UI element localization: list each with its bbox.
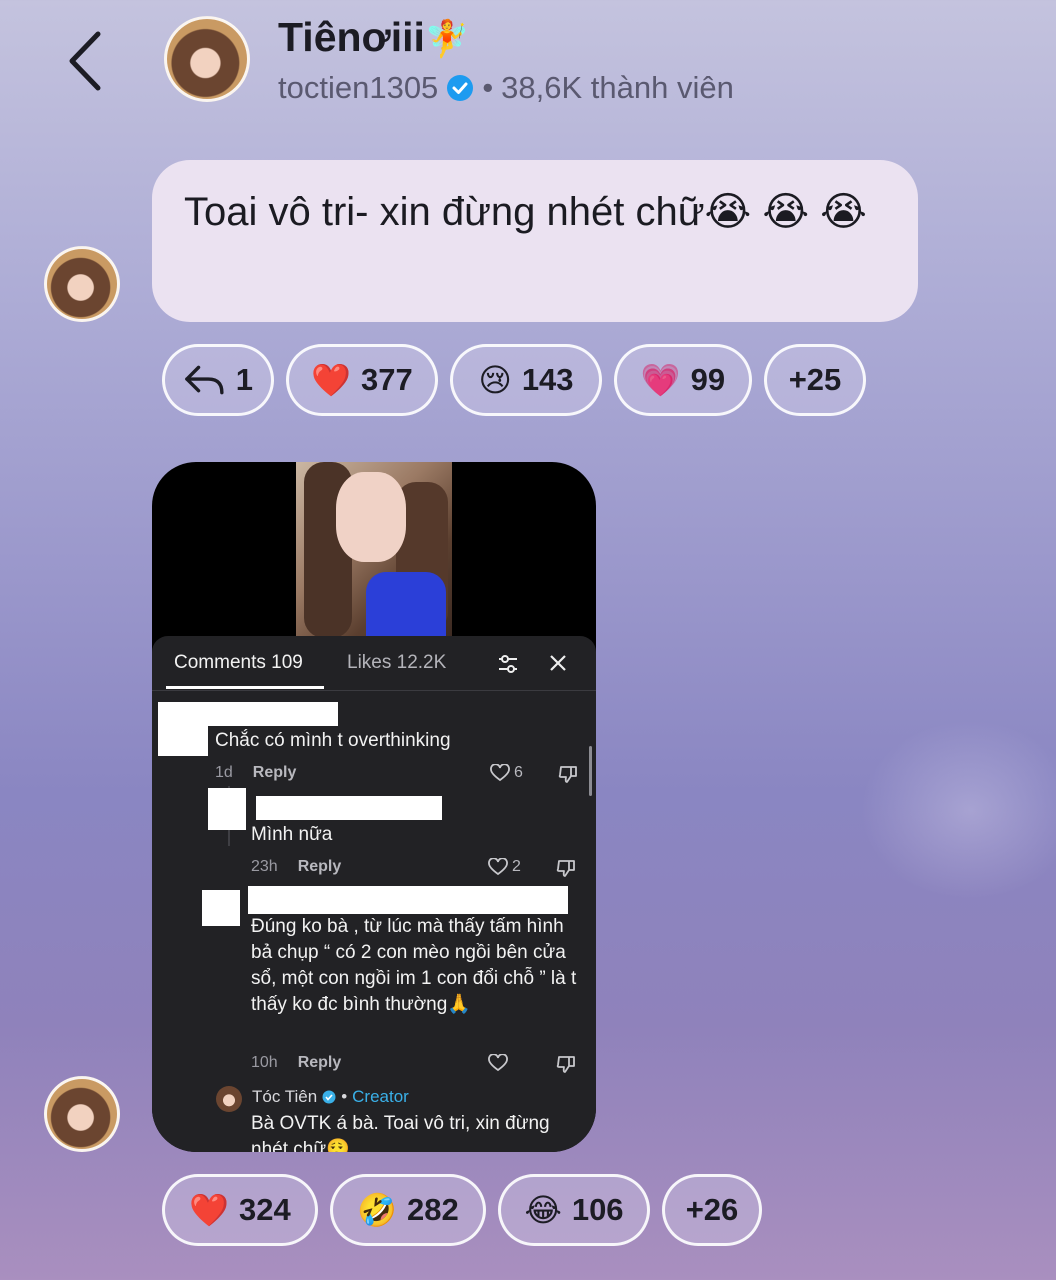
comment-meta: 1d Reply bbox=[215, 764, 296, 782]
comment-time: 1d bbox=[215, 764, 233, 781]
filter-icon[interactable] bbox=[497, 653, 519, 675]
channel-username: toctien1305 bbox=[278, 70, 439, 105]
comment-time: 10h bbox=[251, 1054, 278, 1071]
redacted-avatar bbox=[208, 788, 246, 830]
attached-screenshot[interactable]: Comments 109 Likes 12.2K Chắc có mình t … bbox=[152, 462, 596, 1152]
reply-count: 1 bbox=[235, 362, 253, 397]
sender-avatar[interactable] bbox=[44, 246, 120, 322]
reaction-count: 106 bbox=[571, 1192, 624, 1227]
like-button[interactable]: 2 bbox=[488, 858, 521, 876]
laughing-emoji-icon: 😂 bbox=[524, 1192, 562, 1228]
comment-time: 23h bbox=[251, 858, 278, 875]
like-button[interactable]: 6 bbox=[490, 764, 523, 782]
reaction-pink-heart-button[interactable]: 💗 99 bbox=[614, 344, 752, 416]
comments-tabs: Comments 109 Likes 12.2K bbox=[152, 636, 596, 691]
active-tab-indicator bbox=[166, 686, 324, 689]
heart-outline-icon bbox=[488, 858, 508, 876]
reply-count-button[interactable]: 1 bbox=[162, 344, 274, 416]
crying-emoji-icon: 😢 bbox=[478, 362, 512, 398]
comment-meta: 10h Reply bbox=[251, 1054, 341, 1072]
creator-name: Tóc Tiên bbox=[252, 1087, 318, 1106]
comments-panel: Comments 109 Likes 12.2K Chắc có mình t … bbox=[152, 636, 596, 1152]
rofl-emoji-icon: 🤣 bbox=[357, 1192, 398, 1228]
heart-outline-icon bbox=[488, 1054, 508, 1072]
dislike-icon[interactable] bbox=[556, 858, 576, 878]
message-bubble[interactable]: Toai vô tri- xin đừng nhét chữ😭 😭 😭 bbox=[152, 160, 918, 322]
more-reactions-button[interactable]: +26 bbox=[662, 1174, 762, 1246]
member-count: 38,6K thành viên bbox=[501, 70, 734, 105]
reaction-count: 99 bbox=[690, 362, 726, 397]
reaction-count: 143 bbox=[521, 362, 574, 397]
redacted-username bbox=[208, 702, 338, 726]
reaction-count: 324 bbox=[239, 1192, 291, 1227]
like-count: 6 bbox=[514, 764, 523, 781]
reaction-count: 377 bbox=[361, 362, 413, 397]
dislike-icon[interactable] bbox=[556, 1054, 576, 1074]
video-thumbnail bbox=[296, 462, 452, 638]
dislike-icon[interactable] bbox=[558, 764, 578, 784]
close-icon[interactable] bbox=[548, 653, 568, 673]
reply-button[interactable]: Reply bbox=[253, 764, 297, 781]
redacted-avatar bbox=[202, 890, 240, 926]
reply-button[interactable]: Reply bbox=[298, 1054, 342, 1071]
reaction-count: 282 bbox=[407, 1192, 459, 1227]
tab-comments[interactable]: Comments 109 bbox=[174, 652, 303, 674]
verified-badge-icon bbox=[447, 75, 474, 101]
channel-subtitle: toctien1305 • 38,6K thành viên bbox=[278, 70, 734, 106]
reaction-laugh-button[interactable]: 😂 106 bbox=[498, 1174, 650, 1246]
channel-avatar[interactable] bbox=[164, 16, 250, 102]
reaction-bar: 1 ❤️ 377 😢 143 💗 99 +25 bbox=[162, 344, 866, 416]
comment-text: Mình nữa bbox=[251, 824, 333, 845]
reaction-rofl-button[interactable]: 🤣 282 bbox=[330, 1174, 486, 1246]
more-reactions-button[interactable]: +25 bbox=[764, 344, 866, 416]
like-button[interactable] bbox=[488, 1054, 508, 1072]
creator-badge: Creator bbox=[352, 1087, 409, 1106]
like-count: 2 bbox=[512, 858, 521, 875]
reaction-heart-button[interactable]: ❤️ 377 bbox=[286, 344, 438, 416]
channel-name: Tiênơiii bbox=[278, 14, 425, 60]
separator-dot: • bbox=[482, 70, 494, 105]
reaction-bar: ❤️ 324 🤣 282 😂 106 +26 bbox=[162, 1174, 762, 1246]
redacted-username bbox=[256, 796, 442, 820]
reply-icon bbox=[185, 365, 224, 395]
channel-title: Tiênơiii🧚 bbox=[278, 14, 470, 61]
more-reactions-count: +25 bbox=[788, 362, 842, 397]
reaction-crying-button[interactable]: 😢 143 bbox=[450, 344, 602, 416]
comment-text: Chắc có mình t overthinking bbox=[215, 730, 451, 751]
redacted-avatar bbox=[158, 702, 208, 756]
reply-button[interactable]: Reply bbox=[298, 858, 342, 875]
more-reactions-count: +26 bbox=[685, 1192, 739, 1227]
scrollbar[interactable] bbox=[589, 746, 592, 796]
comment-meta: 23h Reply bbox=[251, 858, 341, 876]
message-text: Toai vô tri- xin đừng nhét chữ😭 😭 😭 bbox=[184, 190, 867, 234]
tab-likes[interactable]: Likes 12.2K bbox=[347, 652, 446, 674]
back-arrow-icon[interactable] bbox=[58, 26, 118, 96]
sender-avatar[interactable] bbox=[44, 1076, 120, 1152]
redacted-username bbox=[248, 886, 568, 914]
reaction-heart-button[interactable]: ❤️ 324 bbox=[162, 1174, 318, 1246]
comment-text: Đúng ko bà , từ lúc mà thấy tấm hình bả … bbox=[251, 916, 577, 1015]
background-cloud bbox=[860, 720, 1056, 900]
comment-text: Bà OVTK á bà. Toai vô tri, xin đừng nhét… bbox=[251, 1113, 550, 1152]
heart-outline-icon bbox=[490, 764, 510, 782]
verified-badge-icon bbox=[322, 1090, 336, 1104]
heart-emoji-icon: ❤️ bbox=[189, 1192, 230, 1228]
heart-emoji-icon: ❤️ bbox=[311, 362, 352, 398]
creator-header: Tóc Tiên • Creator bbox=[252, 1087, 409, 1106]
fairy-emoji: 🧚 bbox=[424, 18, 470, 59]
creator-avatar bbox=[216, 1086, 242, 1112]
pink-heart-emoji-icon: 💗 bbox=[640, 362, 681, 398]
